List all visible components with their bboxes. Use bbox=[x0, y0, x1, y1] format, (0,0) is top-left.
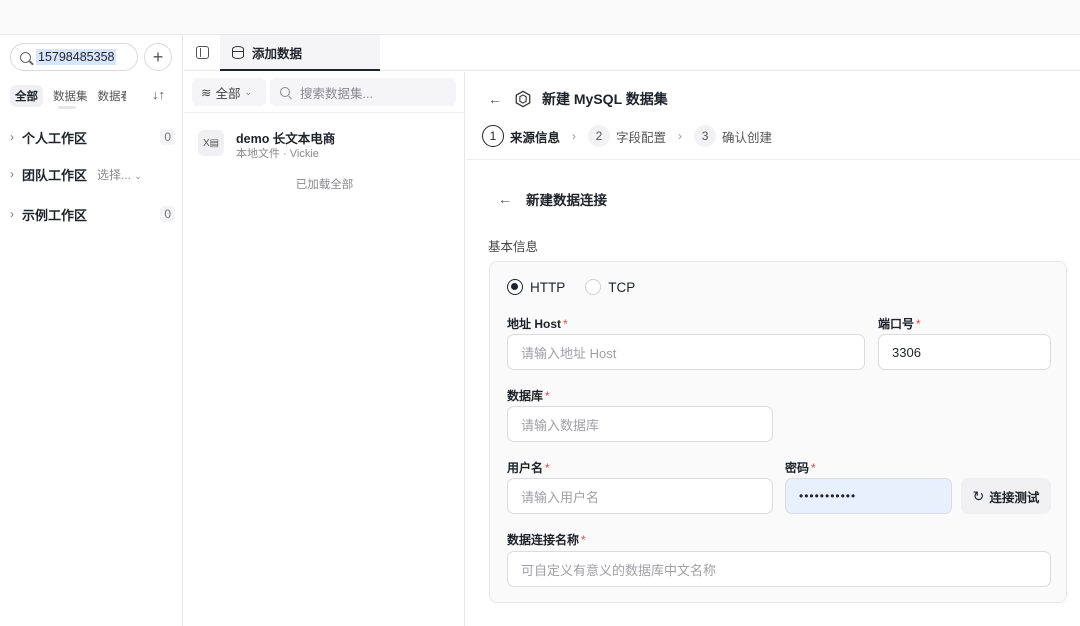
radio-tcp-label[interactable]: TCP bbox=[608, 280, 635, 295]
password-label: 密码 * bbox=[785, 461, 816, 475]
tab-add-data[interactable]: 添加数据 bbox=[220, 35, 380, 71]
workspace-personal[interactable]: › 个人工作区 0 bbox=[10, 125, 175, 149]
sort-icon[interactable]: ↓↑ bbox=[152, 87, 165, 102]
back-arrow-icon[interactable]: ← bbox=[488, 91, 502, 107]
chevron-down-icon: ⌄ bbox=[134, 170, 142, 181]
username-input[interactable]: 请输入用户名 bbox=[507, 478, 773, 514]
form-title: 新建 MySQL 数据集 bbox=[542, 91, 668, 107]
step-2-label: 字段配置 bbox=[616, 130, 667, 145]
dataset-panel: ≋ 全部 ⌄ 搜索数据集... X▤ demo 长文本电商 本地文件 · Vic… bbox=[184, 72, 465, 626]
radio-http[interactable] bbox=[507, 279, 523, 295]
refresh-icon: ↻ bbox=[972, 487, 985, 504]
filter-tab-datasets[interactable]: 数据集 bbox=[53, 88, 88, 104]
plus-icon: + bbox=[152, 46, 164, 67]
protocol-radio-group: HTTP TCP bbox=[507, 279, 655, 295]
add-button[interactable]: + bbox=[144, 43, 172, 71]
workspace-count: 0 bbox=[160, 129, 175, 145]
step-1-label: 来源信息 bbox=[510, 130, 561, 145]
dataset-subtitle: 本地文件 · Vickie bbox=[236, 148, 319, 160]
database-input[interactable]: 请输入数据库 bbox=[507, 406, 773, 442]
mysql-hexagon-icon bbox=[515, 90, 531, 108]
form-panel: ← 新建 MySQL 数据集 1 来源信息 › 2 字段配置 › 3 确认创建 … bbox=[466, 72, 1080, 626]
database-icon bbox=[232, 45, 244, 59]
stepper: 1 来源信息 › 2 字段配置 › 3 确认创建 bbox=[482, 124, 772, 148]
workspace-label: 示例工作区 bbox=[22, 207, 88, 223]
search-value: 15798485358 bbox=[36, 49, 117, 65]
search-icon bbox=[280, 87, 290, 97]
radio-http-label[interactable]: HTTP bbox=[530, 280, 565, 295]
dataset-search-input[interactable]: 搜索数据集... bbox=[270, 78, 456, 106]
search-placeholder: 搜索数据集... bbox=[300, 86, 373, 101]
tab-label: 添加数据 bbox=[252, 46, 303, 61]
step-3-label: 确认创建 bbox=[722, 130, 773, 145]
chevron-right-icon: › bbox=[10, 130, 14, 144]
connection-name-input[interactable]: 可自定义有意义的数据库中文名称 bbox=[507, 551, 1051, 587]
step-1-number: 1 bbox=[482, 125, 504, 147]
database-label: 数据库 * bbox=[507, 389, 550, 403]
tab-bar: 添加数据 bbox=[184, 35, 1080, 71]
form-header: ← 新建 MySQL 数据集 bbox=[488, 88, 668, 110]
filter-tab-dashboards[interactable]: 数据看板 bbox=[98, 88, 126, 104]
workspace-label: 团队工作区 bbox=[22, 167, 88, 183]
chevron-right-icon: › bbox=[10, 167, 14, 181]
workspace-label: 个人工作区 bbox=[22, 130, 88, 146]
port-label: 端口号 * bbox=[878, 317, 921, 331]
step-3-number: 3 bbox=[694, 125, 717, 147]
filter-tab-all[interactable]: 全部 bbox=[10, 85, 43, 107]
connection-title: 新建数据连接 bbox=[526, 193, 607, 208]
filter-tabs: 全部 数据集 数据看板 bbox=[10, 83, 175, 109]
chevron-right-icon: › bbox=[678, 129, 683, 143]
username-label: 用户名 * bbox=[507, 461, 550, 475]
chevron-right-icon: › bbox=[572, 129, 577, 143]
top-bar bbox=[0, 0, 1080, 35]
excel-file-icon: X▤ bbox=[198, 130, 224, 156]
step-2-number: 2 bbox=[588, 125, 611, 147]
host-input[interactable]: 请输入地址 Host bbox=[507, 334, 865, 370]
chevron-right-icon: › bbox=[10, 207, 14, 221]
dataset-list-item[interactable]: X▤ demo 长文本电商 本地文件 · Vickie bbox=[198, 126, 458, 160]
chevron-down-icon: ⌄ bbox=[244, 86, 253, 97]
connection-test-button[interactable]: ↻ 连接测试 bbox=[961, 478, 1051, 514]
search-icon bbox=[20, 51, 31, 63]
collapse-sidebar-icon[interactable] bbox=[196, 46, 209, 59]
connection-header: ← 新建数据连接 bbox=[498, 189, 607, 209]
workspace-team[interactable]: › 团队工作区 选择... ⌄ bbox=[10, 162, 175, 186]
filter-tab-indicator bbox=[58, 106, 76, 109]
workspace-select[interactable]: 选择... ⌄ bbox=[97, 166, 142, 183]
back-arrow-icon[interactable]: ← bbox=[498, 191, 512, 207]
connection-test-label: 连接测试 bbox=[989, 490, 1040, 505]
password-input[interactable]: ••••••••••• bbox=[785, 478, 952, 514]
dataset-filter-select[interactable]: ≋ 全部 ⌄ bbox=[192, 78, 266, 106]
host-label: 地址 Host * bbox=[507, 317, 568, 331]
port-input[interactable]: 3306 bbox=[878, 334, 1051, 370]
loaded-all-text: 已加载全部 bbox=[295, 179, 354, 191]
divider bbox=[184, 112, 465, 113]
workspace-search-input[interactable]: 15798485358 bbox=[10, 43, 138, 71]
layers-icon: ≋ bbox=[201, 85, 212, 100]
sidebar: 15798485358 + 全部 数据集 数据看板 ↓↑ › 个人工作区 0 ›… bbox=[0, 35, 183, 626]
divider bbox=[466, 159, 1080, 160]
connection-form-card: HTTP TCP 地址 Host * 请输入地址 Host 端口号 * 3306 数… bbox=[489, 261, 1067, 603]
radio-tcp[interactable] bbox=[585, 279, 602, 295]
section-label: 基本信息 bbox=[488, 240, 539, 254]
connection-name-label: 数据连接名称 * bbox=[507, 533, 586, 547]
workspace-sample[interactable]: › 示例工作区 0 bbox=[10, 202, 175, 226]
workspace-count: 0 bbox=[160, 206, 175, 222]
filter-label: 全部 bbox=[215, 86, 241, 101]
